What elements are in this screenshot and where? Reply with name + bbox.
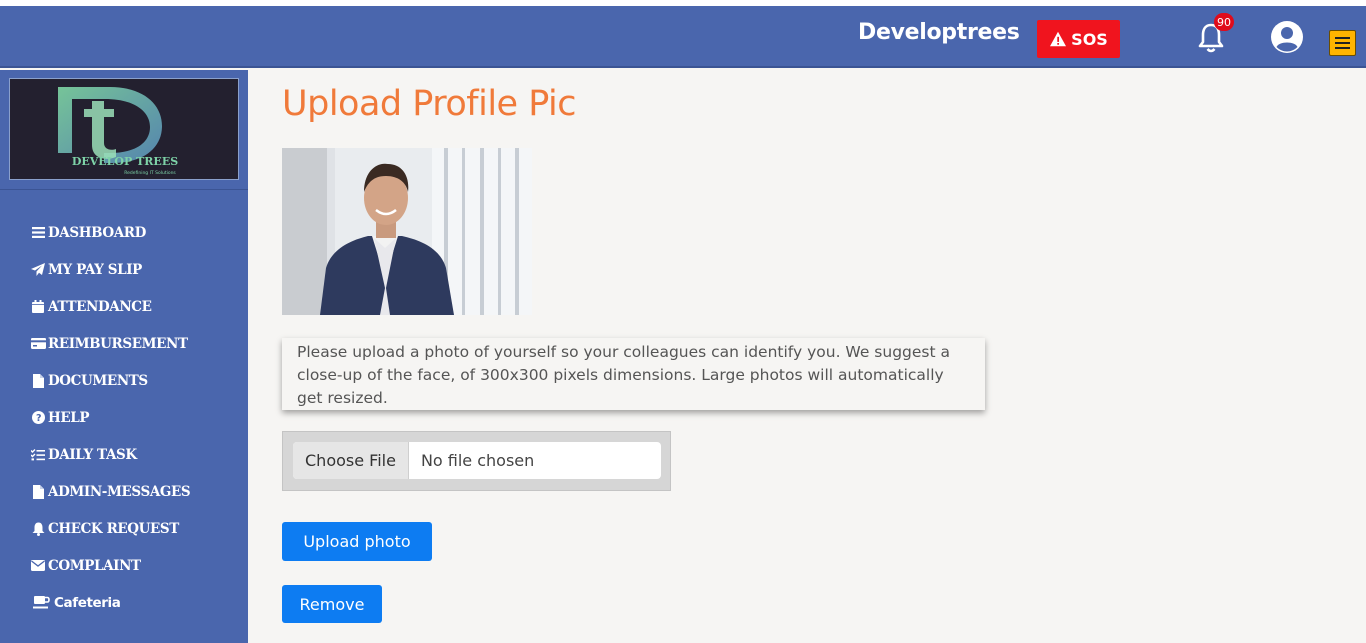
profile-photo-image [282,148,532,315]
sidebar-item-check-request[interactable]: CHECK REQUEST [30,510,190,547]
sos-label: SOS [1071,29,1108,49]
calendar-icon [30,300,46,314]
file-input-container: Choose File No file chosen [282,431,671,491]
profile-photo [282,148,532,315]
page-title: Upload Profile Pic [282,84,577,124]
file-input[interactable]: Choose File No file chosen [293,442,661,479]
file-status-text: No file chosen [420,451,535,470]
sidebar-item-help[interactable]: ? HELP [30,399,190,436]
develop-trees-logo: DEVELOP TREES Redefining IT Solutions [58,87,178,176]
sidebar-nav: DASHBOARD MY PAY SLIP ATTENDANCE REIMBUR… [30,214,191,621]
svg-text:?: ? [35,413,40,424]
sidebar-item-cafeteria[interactable]: Cafeteria [30,584,190,621]
sidebar-item-label: HELP [48,409,90,426]
sidebar-item-admin-messages[interactable]: ADMIN-MESSAGES [30,473,191,510]
hamburger-menu-button[interactable] [1329,30,1356,56]
question-circle-icon: ? [30,411,46,425]
warning-icon [1050,31,1067,47]
company-logo[interactable]: DEVELOP TREES Redefining IT Solutions [9,78,239,180]
coffee-cup-icon [30,596,52,610]
sidebar-item-attendance[interactable]: ATTENDANCE [30,288,190,325]
file-icon [30,484,46,499]
paper-plane-icon [30,263,46,277]
sidebar-item-label: MY PAY SLIP [48,261,142,278]
sidebar-item-label: DOCUMENTS [48,372,148,389]
bars-icon [30,226,46,240]
task-list-icon [30,448,46,462]
upload-photo-button[interactable]: Upload photo [282,522,432,561]
sidebar-item-label: DASHBOARD [48,224,146,241]
user-avatar-icon[interactable] [1270,20,1304,54]
sidebar-item-documents[interactable]: DOCUMENTS [30,362,190,399]
sidebar-item-label: COMPLAINT [48,557,141,574]
notification-badge: 90 [1214,13,1234,31]
top-header: Developtrees SOS 90 [0,6,1366,68]
sidebar-item-my-pay-slip[interactable]: MY PAY SLIP [30,251,190,288]
credit-card-icon [30,337,46,351]
sidebar-item-reimbursement[interactable]: REIMBURSEMENT [30,325,190,362]
sidebar-item-dashboard[interactable]: DASHBOARD [30,214,190,251]
logo-text: DEVELOP TREES [72,155,178,168]
sidebar-item-complaint[interactable]: COMPLAINT [30,547,190,584]
remove-button[interactable]: Remove [282,585,382,623]
sidebar-item-label: CHECK REQUEST [48,520,179,537]
sos-button[interactable]: SOS [1037,20,1120,58]
sidebar-item-daily-task[interactable]: DAILY TASK [30,436,190,473]
logo-tagline: Redefining IT Solutions [124,170,176,176]
sidebar-item-label: DAILY TASK [48,446,137,463]
sidebar-item-label: ATTENDANCE [48,298,152,315]
upload-instructions: Please upload a photo of yourself so you… [282,338,985,410]
choose-file-button[interactable]: Choose File [293,442,409,479]
sidebar-divider [0,189,248,190]
file-icon [30,373,46,388]
sidebar-item-label: REIMBURSEMENT [48,335,188,352]
sidebar: DEVELOP TREES Redefining IT Solutions DA… [0,70,248,643]
bell-icon [30,522,46,536]
sidebar-item-label: Cafeteria [54,594,121,611]
brand-name: Developtrees [858,20,1020,45]
envelope-icon [30,559,46,573]
sidebar-item-label: ADMIN-MESSAGES [48,483,191,500]
